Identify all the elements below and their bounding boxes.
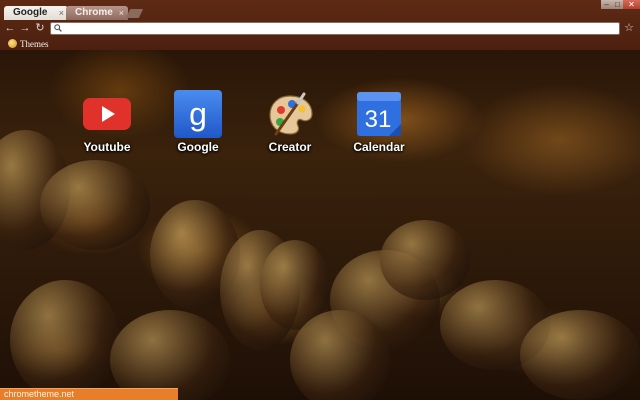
tab-chrome[interactable]: Chrome × bbox=[66, 6, 128, 20]
reload-button[interactable]: ↻ bbox=[33, 21, 47, 35]
omnibox[interactable] bbox=[50, 22, 620, 35]
shortcut-calendar[interactable]: 31 Calendar bbox=[339, 90, 419, 160]
tab-label: Chrome bbox=[75, 7, 113, 18]
shortcut-youtube[interactable]: Youtube bbox=[67, 90, 147, 160]
shortcut-label: Calendar bbox=[353, 140, 405, 154]
palette-icon bbox=[269, 92, 313, 136]
forward-button[interactable]: → bbox=[18, 21, 32, 35]
new-tab-button[interactable] bbox=[125, 9, 144, 18]
google-icon: g bbox=[174, 90, 222, 138]
window-close-button[interactable]: ✕ bbox=[623, 0, 640, 9]
maximize-button[interactable]: □ bbox=[612, 0, 623, 9]
shortcut-label: Youtube bbox=[83, 140, 131, 154]
tab-google[interactable]: Google × bbox=[4, 6, 68, 20]
tab-label: Google bbox=[13, 7, 48, 18]
back-button[interactable]: ← bbox=[3, 21, 17, 35]
bookmark-star-icon[interactable]: ☆ bbox=[622, 21, 636, 35]
status-bubble: chrometheme.net bbox=[0, 388, 178, 400]
shortcut-label: Google bbox=[177, 140, 219, 154]
youtube-icon bbox=[83, 98, 131, 130]
shortcut-google[interactable]: g Google bbox=[158, 90, 238, 160]
shortcut-label: Creator bbox=[268, 140, 312, 154]
bookmarks-bar: Themes bbox=[0, 37, 640, 50]
bookmark-label: Themes bbox=[20, 38, 49, 49]
toolbar: ← → ↻ ☆ bbox=[0, 20, 640, 37]
bookmark-themes[interactable]: Themes bbox=[8, 38, 49, 49]
new-tab-page: Youtube g Google Creator 31 Calendar bbox=[0, 50, 640, 400]
tab-strip: Google × Chrome × – □ ✕ bbox=[0, 0, 640, 20]
browser-frame: Google × Chrome × – □ ✕ ← → ↻ ☆ Themes bbox=[0, 0, 640, 50]
minimize-button[interactable]: – bbox=[601, 0, 612, 9]
calendar-icon: 31 bbox=[357, 92, 401, 136]
shortcut-creator[interactable]: Creator bbox=[250, 90, 330, 160]
calendar-day: 31 bbox=[365, 106, 392, 133]
themes-icon bbox=[8, 39, 17, 48]
svg-text:g: g bbox=[189, 96, 207, 132]
search-icon bbox=[54, 24, 62, 32]
close-icon[interactable]: × bbox=[59, 6, 64, 20]
close-icon[interactable]: × bbox=[119, 6, 124, 20]
